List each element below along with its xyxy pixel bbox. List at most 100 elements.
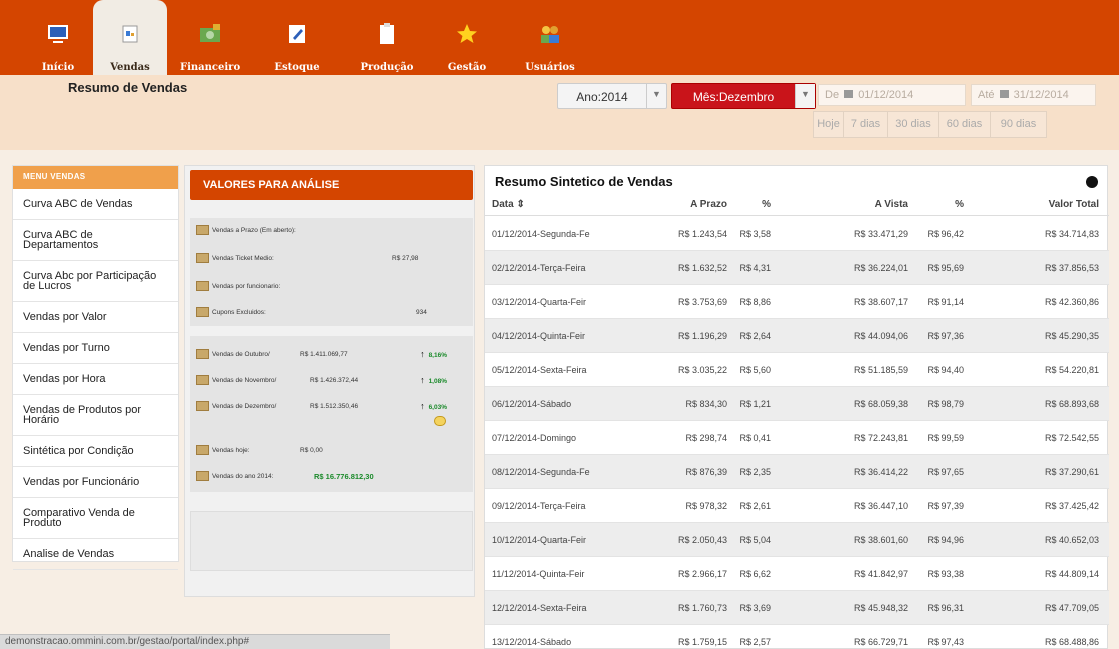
menu-item-vendas-funcionario[interactable]: Vendas por Funcionário xyxy=(13,467,178,498)
date-from-value: 01/12/2014 xyxy=(858,89,914,101)
menu-item-comparativo-produto[interactable]: Comparativo Venda de Produto xyxy=(13,498,178,539)
table-row[interactable]: 01/12/2014-Segunda-Fe R$ 1.243,54 R$ 3,58 R… xyxy=(485,217,1109,251)
col-a-prazo[interactable]: A Prazo xyxy=(675,199,727,210)
analysis-value: R$ 1.411.069,77 xyxy=(300,350,348,358)
nav-label: Usuários xyxy=(525,62,575,73)
year-select[interactable]: Ano:2014 ▼ xyxy=(557,83,667,109)
table-cell: R$ 1.759,15 xyxy=(677,637,727,647)
quick-90dias-button[interactable]: 90 dias xyxy=(990,111,1047,138)
year-value: Ano:2014 xyxy=(576,90,628,104)
analysis-label: Vendas Ticket Medio: xyxy=(212,254,274,262)
table-cell: 05/12/2014-Sexta-Feira xyxy=(492,365,587,375)
date-to-field[interactable]: Até 31/12/2014 xyxy=(971,84,1096,106)
menu-item-analise-vendas[interactable]: Analise de Vendas xyxy=(13,539,178,570)
sales-menu: MENU VENDAS Curva ABC de Vendas Curva AB… xyxy=(12,165,179,570)
table-row[interactable]: 12/12/2014-Sexta-Feira R$ 1.760,73 R$ 3,69… xyxy=(485,591,1109,625)
table-cell: R$ 97,36 xyxy=(927,331,964,341)
col-label: Data xyxy=(492,199,514,210)
table-cell: R$ 0,41 xyxy=(739,433,771,443)
col-data[interactable]: Data ⇕ xyxy=(492,199,525,210)
report-icon xyxy=(196,281,209,291)
table-cell: R$ 3,58 xyxy=(739,229,771,239)
table-cell: R$ 68.059,38 xyxy=(853,399,908,409)
table-cell: R$ 978,32 xyxy=(685,501,727,511)
nav-inicio[interactable]: Início xyxy=(38,0,78,75)
nav-label: Estoque xyxy=(274,62,320,73)
arrow-up-icon: ↑ xyxy=(420,349,425,359)
table-cell: 11/12/2014-Quinta-Feir xyxy=(492,569,585,579)
sales-summary-panel: Resumo Sintetico de Vendas Data ⇕ A Praz… xyxy=(484,165,1109,649)
table-row[interactable]: 04/12/2014-Quinta-Feir R$ 1.196,29 R$ 2,64… xyxy=(485,319,1109,353)
clipboard-icon xyxy=(380,23,394,44)
table-row[interactable]: 05/12/2014-Sexta-Feira R$ 3.035,22 R$ 5,60… xyxy=(485,353,1109,387)
table-cell: R$ 40.652,03 xyxy=(1044,535,1099,545)
date-from-field[interactable]: De 01/12/2014 xyxy=(818,84,966,106)
table-row[interactable]: 13/12/2014-Sábado R$ 1.759,15 R$ 2,57 R$ 66… xyxy=(485,625,1109,649)
table-cell: R$ 96,42 xyxy=(927,229,964,239)
table-header: Data ⇕ A Prazo % A Vista % Valor Total xyxy=(485,194,1109,216)
analysis-label: Vendas de Dezembro/ xyxy=(212,402,277,410)
nav-gestao[interactable]: Gestão xyxy=(445,0,489,75)
report-icon xyxy=(196,253,209,263)
nav-financeiro[interactable]: Financeiro xyxy=(180,0,240,75)
quick-7dias-button[interactable]: 7 dias xyxy=(843,111,888,138)
menu-item-vendas-hora[interactable]: Vendas por Hora xyxy=(13,364,178,395)
table-row[interactable]: 11/12/2014-Quinta-Feir R$ 2.966,17 R$ 6,62… xyxy=(485,557,1109,591)
quick-60dias-button[interactable]: 60 dias xyxy=(938,111,991,138)
table-cell: R$ 2,57 xyxy=(739,637,771,647)
table-cell: R$ 37.290,61 xyxy=(1044,467,1099,477)
table-cell: 04/12/2014-Quinta-Feir xyxy=(492,331,586,341)
month-select[interactable]: Mês:Dezembro ▼ xyxy=(671,83,816,109)
analysis-label: Vendas por funcionario: xyxy=(212,282,281,290)
col-valor-total[interactable]: Valor Total xyxy=(1015,199,1099,210)
menu-item-curva-abc-lucros[interactable]: Curva Abc por Participação de Lucros xyxy=(13,261,178,302)
nav-label: Início xyxy=(41,62,75,73)
menu-item-curva-abc-departamentos[interactable]: Curva ABC de Departamentos xyxy=(13,220,178,261)
table-row[interactable]: 10/12/2014-Quarta-Feir R$ 2.050,43 R$ 5,04… xyxy=(485,523,1109,557)
analysis-label: Vendas a Prazo (Em aberto): xyxy=(212,226,296,234)
nav-usuarios[interactable]: Usuários xyxy=(522,0,578,75)
comment-icon[interactable] xyxy=(434,416,446,426)
status-bar-url: demonstracao.ommini.com.br/gestao/portal… xyxy=(0,634,390,649)
table-cell: R$ 1.632,52 xyxy=(677,263,727,273)
table-cell: R$ 54.220,81 xyxy=(1044,365,1099,375)
col-a-vista[interactable]: A Vista xyxy=(860,199,908,210)
table-cell: 13/12/2014-Sábado xyxy=(492,637,572,647)
table-cell: 08/12/2014-Segunda-Fe xyxy=(492,467,590,477)
menu-item-vendas-turno[interactable]: Vendas por Turno xyxy=(13,333,178,364)
nav-estoque[interactable]: Estoque xyxy=(272,0,322,75)
table-cell: R$ 33.471,29 xyxy=(853,229,908,239)
table-row[interactable]: 02/12/2014-Terça-Feira R$ 1.632,52 R$ 4,31… xyxy=(485,251,1109,285)
table-row[interactable]: 09/12/2014-Terça-Feira R$ 978,32 R$ 2,61 R$… xyxy=(485,489,1109,523)
col-pct-prazo[interactable]: % xyxy=(755,199,771,210)
sales-icon xyxy=(122,25,138,43)
close-icon[interactable] xyxy=(1086,176,1098,188)
quick-hoje-button[interactable]: Hoje xyxy=(813,111,844,138)
table-cell: R$ 2,61 xyxy=(739,501,771,511)
table-cell: R$ 3,69 xyxy=(739,603,771,613)
analysis-value: R$ 27,98 xyxy=(392,254,419,262)
menu-item-sintetica-condicao[interactable]: Sintética por Condição xyxy=(13,436,178,467)
table-cell: R$ 93,38 xyxy=(927,569,964,579)
table-row[interactable]: 08/12/2014-Segunda-Fe R$ 876,39 R$ 2,35 R$ … xyxy=(485,455,1109,489)
table-row[interactable]: 06/12/2014-Sábado R$ 834,30 R$ 1,21 R$ 68.0… xyxy=(485,387,1109,421)
menu-item-vendas-valor[interactable]: Vendas por Valor xyxy=(13,302,178,333)
nav-producao[interactable]: Produção xyxy=(356,0,418,75)
nav-vendas[interactable]: Vendas xyxy=(93,0,167,75)
menu-item-curva-abc-vendas[interactable]: Curva ABC de Vendas xyxy=(13,189,178,220)
table-cell: R$ 45.948,32 xyxy=(853,603,908,613)
analysis-row: Vendas a Prazo (Em aberto): xyxy=(196,222,467,238)
table-cell: 07/12/2014-Domingo xyxy=(492,433,577,443)
table-row[interactable]: 03/12/2014-Quarta-Feir R$ 3.753,69 R$ 8,86… xyxy=(485,285,1109,319)
menu-item-produtos-horario[interactable]: Vendas de Produtos por Horário xyxy=(13,395,178,436)
table-cell: R$ 834,30 xyxy=(685,399,727,409)
table-cell: R$ 68.893,68 xyxy=(1044,399,1099,409)
monitor-icon xyxy=(48,25,68,43)
table-cell: 01/12/2014-Segunda-Fe xyxy=(492,229,590,239)
analysis-value: 934 xyxy=(416,308,427,316)
users-icon xyxy=(541,26,559,43)
col-pct-vista[interactable]: % xyxy=(948,199,964,210)
quick-30dias-button[interactable]: 30 dias xyxy=(887,111,939,138)
table-row[interactable]: 07/12/2014-Domingo R$ 298,74 R$ 0,41 R$ 72.… xyxy=(485,421,1109,455)
nav-label: Gestão xyxy=(447,62,487,73)
